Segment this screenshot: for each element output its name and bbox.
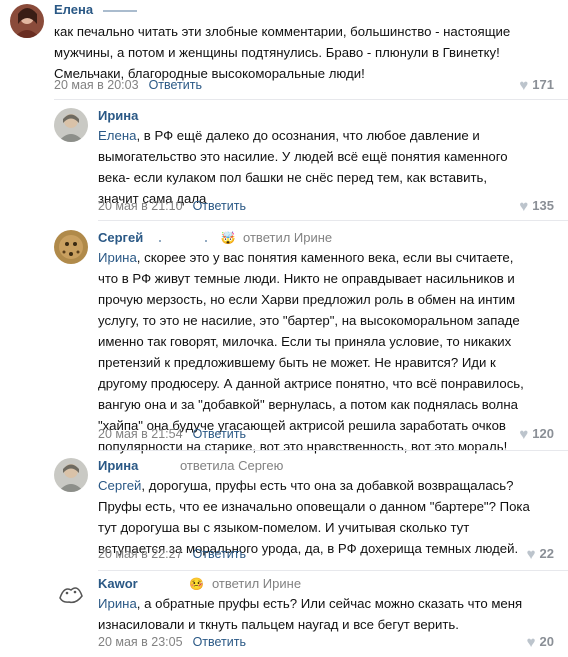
- divider: [98, 570, 568, 571]
- comment-date[interactable]: 20 мая в 21:54: [98, 427, 183, 441]
- author-name[interactable]: Ирина: [98, 458, 138, 473]
- heart-icon: ♥: [519, 77, 529, 94]
- avatar[interactable]: [10, 4, 44, 38]
- like-button[interactable]: ♥ 22: [527, 546, 554, 563]
- comment-text: как печально читать эти злобные коммента…: [54, 24, 511, 81]
- comment-meta: 20 мая в 21:54 Ответить: [98, 426, 246, 442]
- comment-header: Ирина ответила Сергею: [98, 458, 283, 474]
- replied-to[interactable]: ответил Ирине: [212, 576, 301, 591]
- reply-button[interactable]: Ответить: [193, 547, 246, 561]
- like-count: 22: [539, 546, 554, 561]
- comment-text: Ирина, а обратные пруфы есть? Или сейчас…: [98, 596, 523, 632]
- comment-header: Сергей 🤯 ответил Ирине: [98, 230, 332, 246]
- reply-button[interactable]: Ответить: [149, 78, 202, 92]
- avatar[interactable]: [54, 108, 88, 142]
- like-count: 171: [532, 77, 554, 92]
- comment-date[interactable]: 20 мая в 20:03: [54, 78, 139, 92]
- comment-meta: 20 мая в 20:03 Ответить: [54, 77, 202, 93]
- comment-4: Kawor 🤒 ответил Ирине Ирина, а обратные …: [0, 572, 568, 657]
- comment-date[interactable]: 20 мая в 21:10: [98, 199, 183, 213]
- comment-meta: 20 мая в 23:05 Ответить: [98, 634, 246, 650]
- comment-header: Ирина: [98, 108, 138, 124]
- mention-link[interactable]: Елена: [98, 128, 136, 143]
- comment-2: Сергей 🤯 ответил Ирине Ирина, скорее это…: [0, 222, 568, 454]
- reply-button[interactable]: Ответить: [193, 427, 246, 441]
- heart-icon: ♥: [526, 546, 536, 563]
- author-name[interactable]: Сергей: [98, 230, 143, 245]
- comment-0: Елена как печально читать эти злобные ко…: [0, 0, 568, 100]
- heart-icon: ♥: [519, 198, 529, 215]
- like-count: 135: [532, 198, 554, 213]
- avatar[interactable]: [54, 230, 88, 264]
- comment-header: Kawor 🤒 ответил Ирине: [98, 576, 301, 592]
- face-emoji-icon: 🤯: [220, 231, 236, 245]
- comment-date[interactable]: 20 мая в 23:05: [98, 635, 183, 649]
- avatar[interactable]: [54, 458, 88, 492]
- mention-link[interactable]: Сергей: [98, 478, 141, 493]
- like-button[interactable]: ♥ 120: [519, 426, 554, 443]
- mention-link[interactable]: Ирина: [98, 596, 137, 611]
- reply-button[interactable]: Ответить: [193, 635, 246, 649]
- comment-meta: 20 мая в 22:27 Ответить: [98, 546, 246, 562]
- comment-1: Ирина Елена, в РФ ещё далеко до осознани…: [0, 100, 568, 221]
- reply-button[interactable]: Ответить: [193, 199, 246, 213]
- like-button[interactable]: ♥ 135: [519, 198, 554, 215]
- comment-3: Ирина ответила Сергею Сергей, дорогуша, …: [0, 452, 568, 572]
- hidden-surname: [158, 239, 207, 242]
- hidden-surname: [102, 9, 137, 12]
- author-name[interactable]: Елена: [54, 2, 93, 17]
- comment-meta: 20 мая в 21:10 Ответить: [98, 198, 246, 214]
- heart-icon: ♥: [526, 634, 536, 651]
- replied-to[interactable]: ответила Сергею: [180, 458, 283, 473]
- replied-to[interactable]: ответил Ирине: [243, 230, 332, 245]
- author-name[interactable]: Kawor: [98, 576, 138, 591]
- heart-icon: ♥: [519, 426, 529, 443]
- divider: [98, 220, 568, 221]
- face-emoji-icon: 🤒: [189, 577, 205, 591]
- like-button[interactable]: ♥ 171: [519, 77, 554, 94]
- mention-link[interactable]: Ирина: [98, 250, 137, 265]
- avatar[interactable]: [54, 576, 88, 610]
- comment-header: Елена: [54, 2, 137, 18]
- author-name[interactable]: Ирина: [98, 108, 138, 123]
- like-count: 20: [539, 634, 554, 649]
- like-button[interactable]: ♥ 20: [527, 634, 554, 651]
- divider: [98, 450, 568, 451]
- like-count: 120: [532, 426, 554, 441]
- comment-text: Елена, в РФ ещё далеко до осознания, что…: [98, 128, 508, 206]
- comment-date[interactable]: 20 мая в 22:27: [98, 547, 183, 561]
